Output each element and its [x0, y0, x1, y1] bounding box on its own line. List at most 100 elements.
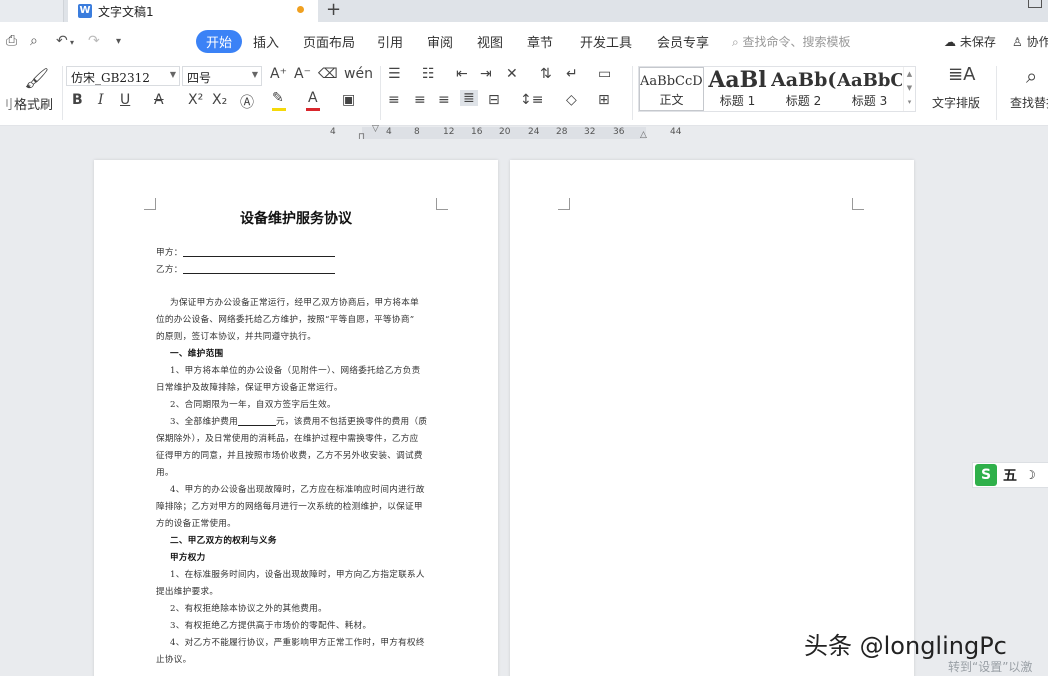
line-spacing-icon[interactable]: ↕≡ [520, 92, 543, 108]
format-painter-label[interactable]: 格式刷 [14, 94, 53, 113]
save-status-button[interactable]: ☁ 未保存 [944, 33, 996, 50]
body-line: 用。 [156, 466, 456, 478]
party-a-blank [183, 249, 335, 257]
numbered-list-icon[interactable]: ☷ [422, 66, 435, 82]
ime-toolbar[interactable]: S 五 ☽ [972, 462, 1048, 488]
sort-icon[interactable]: ⇅ [540, 66, 552, 82]
menu-tab-1[interactable]: 插入 [253, 32, 279, 51]
line-text: 二、甲乙双方的权利与义务 [170, 536, 277, 546]
line-text: 保期除外），及日常使用的消耗品，在维护过程中需换零件，乙方应 [156, 434, 419, 444]
undo-icon[interactable]: ↶ [56, 33, 68, 49]
shrink-font-icon[interactable]: A⁻ [294, 66, 311, 82]
user-icon: ♙ [1012, 35, 1027, 49]
menu-tab-2[interactable]: 页面布局 [303, 32, 355, 51]
text-layout-icon[interactable]: ≣A [948, 64, 975, 85]
decrease-indent-icon[interactable]: ⇤ [456, 66, 468, 82]
line-text: 3、有权拒绝乙方提供高于市场价的零配件、耗材。 [170, 621, 371, 631]
horizontal-ruler[interactable]: 4481216202428323644 ▽ ⊓ △ [0, 126, 1048, 140]
format-painter-icon[interactable]: 🖌 [24, 66, 49, 90]
increase-indent-icon[interactable]: ⇥ [480, 66, 492, 82]
justify-icon[interactable]: ≣ [460, 90, 478, 106]
menu-tab-3[interactable]: 引用 [377, 32, 403, 51]
collaborate-button[interactable]: ♙ 协作 [1012, 33, 1048, 50]
phonetic-guide-icon[interactable]: wén [344, 66, 373, 82]
align-center-icon[interactable]: ≡ [414, 92, 426, 108]
align-left-icon[interactable]: ≡ [388, 92, 400, 108]
show-marks-icon[interactable]: ↵ [566, 66, 578, 82]
document-page-2[interactable] [510, 160, 914, 676]
document-page-1[interactable]: 设备维护服务协议 甲方： 乙方： 为保证甲方办公设备正常运行，经甲乙双方协商后，… [94, 160, 498, 676]
char-border-icon[interactable]: ▣ [342, 92, 355, 108]
ime-mode-label[interactable]: 五 [1003, 465, 1017, 485]
find-icon[interactable]: ⌕ [1026, 64, 1037, 88]
style-sample: AaBb( [771, 69, 836, 91]
line-text: 一、维护范围 [170, 349, 223, 359]
redo-icon[interactable]: ↷ [88, 33, 100, 49]
style-sample: AaBbC [837, 70, 902, 91]
first-line-indent-marker[interactable]: ▽ [372, 124, 379, 134]
bullet-list-icon[interactable]: ☰ [388, 66, 401, 82]
line-text: 的原则，签订本协议，并共同遵守执行。 [156, 332, 316, 342]
strikethrough-icon[interactable]: A [154, 92, 164, 108]
find-replace-button[interactable]: 查找替换 [1010, 94, 1048, 111]
chinese-layout-icon[interactable]: ✕ [506, 66, 518, 82]
line-text: 障排除；乙方对甲方的网络每月进行一次系统的检测维护，以保证甲 [156, 502, 423, 512]
align-right-icon[interactable]: ≡ [438, 92, 450, 108]
line-text: 1、在标准服务时间内，设备出现故障时，甲方向乙方指定联系人 [170, 570, 425, 580]
window-restore-icon[interactable] [1028, 0, 1042, 8]
font-name-select[interactable]: 仿宋_GB2312▼ [66, 66, 180, 86]
body-line: 提出维护要求。 [156, 585, 456, 597]
menu-tab-0[interactable]: 开始 [196, 30, 242, 53]
superscript-icon[interactable]: X² [188, 92, 203, 108]
text-effect-icon[interactable]: Ⓐ [240, 92, 254, 112]
tab-stops-icon[interactable]: ▭ [598, 66, 611, 82]
highlight-icon[interactable]: ✎ [272, 90, 284, 106]
menu-tab-4[interactable]: 审阅 [427, 32, 453, 51]
style-option-2[interactable]: AaBb(标题 2 [771, 67, 836, 111]
borders-icon[interactable]: ⊞ [598, 92, 610, 108]
command-search[interactable]: ⌕ 查找命令、搜索模板 [732, 33, 851, 50]
body-line: 为保证甲方办公设备正常运行，经甲乙双方协商后，甲方将本单 [170, 296, 470, 308]
underline-icon[interactable]: U [120, 92, 130, 108]
body-line: 3、有权拒绝乙方提供高于市场价的零配件、耗材。 [170, 619, 470, 631]
new-tab-button[interactable]: + [326, 0, 341, 20]
cloud-icon: ☁ [944, 35, 960, 49]
document-tab[interactable]: W 文字文稿1 [68, 0, 318, 22]
menu-tab-8[interactable]: 会员专享 [657, 32, 709, 51]
menu-tab-5[interactable]: 视图 [477, 32, 503, 51]
font-size-select[interactable]: 四号▼ [182, 66, 262, 86]
undo-dropdown-icon[interactable]: ▾ [70, 38, 74, 47]
subscript-icon[interactable]: X₂ [212, 92, 227, 108]
clear-format-icon[interactable]: ⌫ [318, 66, 338, 82]
style-option-1[interactable]: AaBl标题 1 [705, 67, 770, 111]
cut-icon[interactable]: 刂 [0, 94, 13, 113]
right-indent-marker[interactable]: △ [640, 130, 647, 140]
style-option-0[interactable]: AaBbCcDd正文 [639, 67, 704, 111]
ruler-tick: 28 [556, 127, 567, 137]
style-gallery: AaBbCcDd正文AaBl标题 1AaBb(标题 2AaBbC标题 3 ▲▼▾ [638, 66, 916, 112]
print-preview-icon[interactable]: ⌕ [30, 33, 38, 49]
italic-icon[interactable]: I [98, 92, 104, 108]
left-indent-marker[interactable]: ⊓ [358, 132, 365, 142]
shading-icon[interactable]: ◇ [566, 92, 577, 108]
customize-toolbar-icon[interactable]: ▾ [116, 36, 121, 47]
menu-tab-6[interactable]: 章节 [527, 32, 553, 51]
text-layout-button[interactable]: 文字排版 [932, 94, 980, 111]
gallery-scroll[interactable]: ▲▼▾ [903, 67, 915, 111]
menu-tab-7[interactable]: 开发工具 [580, 32, 632, 51]
watermark: 头条 @longlingPc [804, 626, 1007, 661]
distributed-align-icon[interactable]: ⊟ [488, 92, 500, 108]
bold-icon[interactable]: B [72, 92, 83, 108]
style-option-3[interactable]: AaBbC标题 3 [837, 67, 902, 111]
home-tab[interactable] [0, 0, 64, 22]
activate-windows-hint: 转到“设置”以激 [948, 658, 1032, 675]
body-line: 征得甲方的同意，并且按照市场价收费，乙方不另外收安装、调试费 [156, 449, 456, 461]
print-icon[interactable]: ⎙ [6, 33, 17, 49]
font-color-icon[interactable]: A [308, 90, 318, 106]
moon-icon[interactable]: ☽ [1025, 468, 1036, 482]
ruler-tick: 32 [584, 127, 595, 137]
ruler-tick: 8 [414, 127, 420, 137]
ruler-tick: 44 [670, 127, 681, 137]
grow-font-icon[interactable]: A⁺ [270, 66, 287, 82]
line-text: 方的设备正常使用。 [156, 519, 236, 529]
